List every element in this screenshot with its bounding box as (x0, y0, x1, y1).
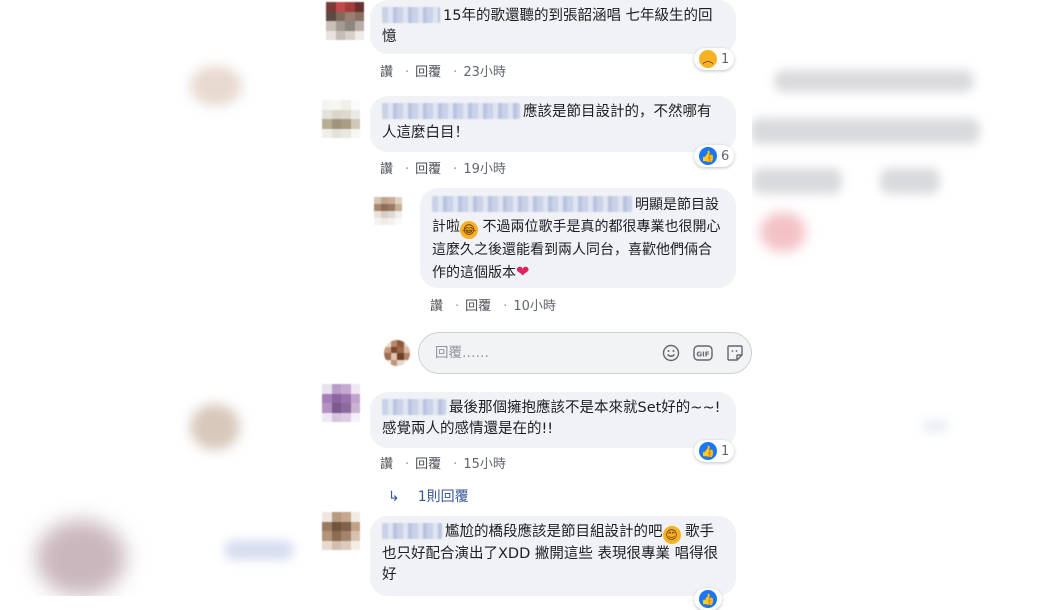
like-link[interactable]: 讚 (380, 65, 393, 80)
comment-bubble: 應該是節目設計的，不然哪有人這麼白目！ (370, 96, 736, 152)
avatar[interactable] (322, 384, 360, 422)
red-heart-emoji-icon: ❤ (516, 262, 530, 281)
avatar[interactable] (322, 100, 360, 138)
comment-bubble: 尷尬的橋段應該是節目組設計的吧 😊 歌手也只好配合演出了XDD 撇開這些 表現很專… (370, 516, 736, 596)
sad-reaction-icon: ︵ (699, 50, 717, 68)
avatar[interactable] (374, 197, 402, 225)
like-reaction-icon: 👍 (699, 442, 717, 460)
blurred-background-left (0, 0, 308, 596)
gif-icon[interactable]: GIF (693, 343, 713, 363)
reaction-count[interactable]: 👍 (694, 588, 722, 610)
comment-bubble: 最後那個擁抱應該不是本來就Set好的~~!感覺兩人的感情還是在的!! (370, 392, 736, 448)
current-user-avatar (384, 340, 410, 366)
like-reaction-icon: 👍 (699, 590, 717, 608)
comment-actions: 讚 · 回覆 · 23小時 (380, 65, 506, 80)
emoji-picker-icon[interactable] (661, 343, 681, 363)
reply-link[interactable]: 回覆 (415, 457, 441, 472)
avatar[interactable] (326, 2, 364, 40)
timestamp[interactable]: 10小時 (513, 299, 556, 314)
timestamp[interactable]: 19小時 (463, 162, 506, 177)
comment-bubble: 15年的歌還聽的到張韶涵唱 七年級生的回憶 (370, 0, 736, 54)
comment-actions: 讚 · 回覆 · 15小時 (380, 457, 506, 472)
reaction-count[interactable]: ︵ 1 (694, 48, 735, 70)
timestamp[interactable]: 23小時 (463, 65, 506, 80)
reply-link[interactable]: 回覆 (415, 65, 441, 80)
reply-link[interactable]: 回覆 (415, 162, 441, 177)
reaction-count[interactable]: 👍 1 (694, 440, 735, 462)
blurred-background-right (752, 0, 1060, 596)
author-name[interactable] (382, 399, 446, 415)
sticker-icon[interactable] (725, 343, 745, 363)
comment-thread: 15年的歌還聽的到張韶涵唱 七年級生的回憶 ︵ 1 讚 · 回覆 · 23小時 應該是節… (308, 0, 752, 610)
smiling-emoji-icon: 😊 (662, 526, 681, 544)
svg-text:GIF: GIF (696, 351, 709, 359)
like-link[interactable]: 讚 (380, 457, 393, 472)
like-link[interactable]: 讚 (430, 299, 443, 314)
author-name[interactable] (432, 196, 632, 212)
comment-actions: 讚 · 回覆 · 19小時 (380, 162, 506, 177)
like-reaction-icon: 👍 (699, 147, 717, 165)
reply-input-box[interactable]: GIF (418, 332, 752, 374)
avatar[interactable] (322, 512, 360, 550)
view-replies-link[interactable]: ↳ 1則回覆 (388, 486, 469, 506)
reply-link[interactable]: 回覆 (465, 299, 491, 314)
reply-arrow-icon: ↳ (388, 489, 400, 505)
like-link[interactable]: 讚 (380, 162, 393, 177)
grinning-emoji-icon: 😂 (460, 221, 478, 239)
timestamp[interactable]: 15小時 (463, 457, 506, 472)
comment-text: 尷尬的橋段應該是節目組設計的吧 (445, 524, 663, 540)
reply-actions: 讚 · 回覆 · 10小時 (430, 299, 556, 314)
author-name[interactable] (382, 523, 442, 539)
reply-bubble: 明顯是節目設計啦 😂 不過兩位歌手是真的都很專業也很開心這麼久之後還能看到兩人同台… (420, 188, 736, 288)
author-name[interactable] (382, 7, 440, 23)
reaction-count[interactable]: 👍 6 (694, 145, 735, 167)
author-name[interactable] (382, 103, 520, 119)
reply-input[interactable] (433, 344, 661, 362)
